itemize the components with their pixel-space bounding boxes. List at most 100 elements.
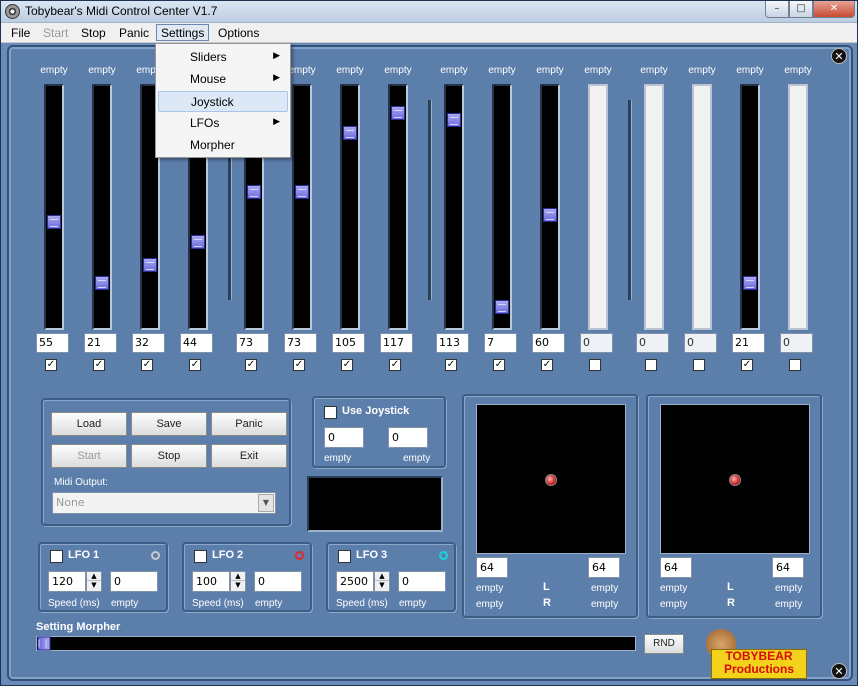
- rnd-button[interactable]: RND: [644, 634, 684, 654]
- dd-morpher[interactable]: Morpher: [158, 135, 288, 156]
- slider-thumb[interactable]: [743, 275, 757, 290]
- slider-track[interactable]: [388, 84, 408, 330]
- slider-thumb[interactable]: [543, 207, 557, 222]
- lfo-speed-field[interactable]: 100: [192, 571, 230, 592]
- slider-value-field[interactable]: 44: [180, 333, 213, 353]
- chevron-down-icon[interactable]: ▼: [258, 494, 274, 512]
- slider-enable-checkbox[interactable]: ✓: [245, 359, 257, 371]
- slider-enable-checkbox[interactable]: [645, 359, 657, 371]
- slider-enable-checkbox[interactable]: [589, 359, 601, 371]
- slider-track[interactable]: [492, 84, 512, 330]
- slider-track[interactable]: [588, 84, 608, 330]
- slider-value-field[interactable]: 105: [332, 333, 365, 353]
- slider-thumb[interactable]: [391, 106, 405, 121]
- slider-enable-checkbox[interactable]: ✓: [189, 359, 201, 371]
- title-bar[interactable]: Tobybear's Midi Control Center V1.7 – □ …: [1, 1, 857, 23]
- slider-enable-checkbox[interactable]: [693, 359, 705, 371]
- slider-track[interactable]: [292, 84, 312, 330]
- xy-pad[interactable]: [476, 404, 626, 554]
- spin-down-icon[interactable]: ▼: [87, 581, 101, 590]
- spin-down-icon[interactable]: ▼: [231, 581, 245, 590]
- slider-value-field[interactable]: 21: [84, 333, 117, 353]
- joystick-x-field[interactable]: 0: [324, 427, 364, 448]
- slider-value-field[interactable]: 113: [436, 333, 469, 353]
- slider-enable-checkbox[interactable]: [789, 359, 801, 371]
- slider-thumb[interactable]: [143, 257, 157, 272]
- lfo-enable-checkbox[interactable]: [338, 550, 351, 563]
- lfo-value-field[interactable]: 0: [398, 571, 446, 592]
- slider-value-field[interactable]: 60: [532, 333, 565, 353]
- lfo-value-field[interactable]: 0: [254, 571, 302, 592]
- xy-pad-handle[interactable]: [545, 474, 557, 486]
- joystick-y-field[interactable]: 0: [388, 427, 428, 448]
- xy-pad-x-field[interactable]: 64: [660, 557, 692, 578]
- slider-thumb[interactable]: [447, 112, 461, 127]
- spin-up-icon[interactable]: ▲: [375, 572, 389, 581]
- menu-file[interactable]: File: [7, 25, 34, 42]
- panel-close-icon[interactable]: ✕: [831, 48, 847, 64]
- slider-value-field[interactable]: 0: [780, 333, 813, 353]
- slider-thumb[interactable]: [191, 234, 205, 249]
- xy-pad-handle[interactable]: [729, 474, 741, 486]
- stop-button[interactable]: Stop: [131, 444, 207, 468]
- lfo-speed-spinner[interactable]: ▲ ▼: [374, 571, 390, 592]
- panel-close-bottom-icon[interactable]: ✕: [831, 663, 847, 679]
- minimize-button[interactable]: –: [765, 1, 789, 18]
- exit-button[interactable]: Exit: [211, 444, 287, 468]
- spin-down-icon[interactable]: ▼: [375, 581, 389, 590]
- slider-track[interactable]: [44, 84, 64, 330]
- lfo-enable-checkbox[interactable]: [194, 550, 207, 563]
- slider-value-field[interactable]: 73: [236, 333, 269, 353]
- lfo-enable-checkbox[interactable]: [50, 550, 63, 563]
- slider-thumb[interactable]: [495, 300, 509, 315]
- dd-joystick[interactable]: Joystick: [158, 91, 288, 112]
- xy-pad[interactable]: [660, 404, 810, 554]
- slider-value-field[interactable]: 55: [36, 333, 69, 353]
- lfo-value-field[interactable]: 0: [110, 571, 158, 592]
- midi-output-select[interactable]: None ▼: [52, 492, 276, 514]
- slider-value-field[interactable]: 117: [380, 333, 413, 353]
- slider-enable-checkbox[interactable]: ✓: [93, 359, 105, 371]
- slider-enable-checkbox[interactable]: ✓: [541, 359, 553, 371]
- slider-thumb[interactable]: [95, 275, 109, 290]
- slider-track[interactable]: [788, 84, 808, 330]
- spin-up-icon[interactable]: ▲: [231, 572, 245, 581]
- lfo-speed-spinner[interactable]: ▲ ▼: [86, 571, 102, 592]
- morpher-slider[interactable]: [36, 636, 636, 651]
- menu-stop[interactable]: Stop: [77, 25, 110, 42]
- slider-enable-checkbox[interactable]: ✓: [293, 359, 305, 371]
- slider-value-field[interactable]: 32: [132, 333, 165, 353]
- xy-pad-y-field[interactable]: 64: [588, 557, 620, 578]
- slider-enable-checkbox[interactable]: ✓: [141, 359, 153, 371]
- slider-enable-checkbox[interactable]: ✓: [445, 359, 457, 371]
- spin-up-icon[interactable]: ▲: [87, 572, 101, 581]
- slider-value-field[interactable]: 73: [284, 333, 317, 353]
- slider-value-field[interactable]: 21: [732, 333, 765, 353]
- slider-enable-checkbox[interactable]: ✓: [45, 359, 57, 371]
- dd-lfos[interactable]: LFOs ▶: [158, 113, 288, 134]
- slider-track[interactable]: [444, 84, 464, 330]
- menu-panic[interactable]: Panic: [115, 25, 153, 42]
- maximize-button[interactable]: □: [789, 1, 813, 18]
- slider-track[interactable]: [540, 84, 560, 330]
- slider-enable-checkbox[interactable]: ✓: [341, 359, 353, 371]
- dd-sliders[interactable]: Sliders ▶: [158, 47, 288, 68]
- menu-options[interactable]: Options: [214, 25, 263, 42]
- menu-start[interactable]: Start: [39, 25, 72, 42]
- load-button[interactable]: Load: [51, 412, 127, 436]
- slider-track[interactable]: [92, 84, 112, 330]
- lfo-speed-field[interactable]: 2500: [336, 571, 374, 592]
- slider-track[interactable]: [692, 84, 712, 330]
- save-button[interactable]: Save: [131, 412, 207, 436]
- slider-track[interactable]: [644, 84, 664, 330]
- slider-track[interactable]: [340, 84, 360, 330]
- slider-value-field[interactable]: 0: [684, 333, 717, 353]
- xy-pad-x-field[interactable]: 64: [476, 557, 508, 578]
- use-joystick-checkbox[interactable]: [324, 406, 337, 419]
- slider-enable-checkbox[interactable]: ✓: [389, 359, 401, 371]
- menu-settings[interactable]: Settings: [156, 24, 210, 41]
- slider-value-field[interactable]: 7: [484, 333, 517, 353]
- lfo-speed-spinner[interactable]: ▲ ▼: [230, 571, 246, 592]
- slider-value-field[interactable]: 0: [636, 333, 669, 353]
- slider-enable-checkbox[interactable]: ✓: [741, 359, 753, 371]
